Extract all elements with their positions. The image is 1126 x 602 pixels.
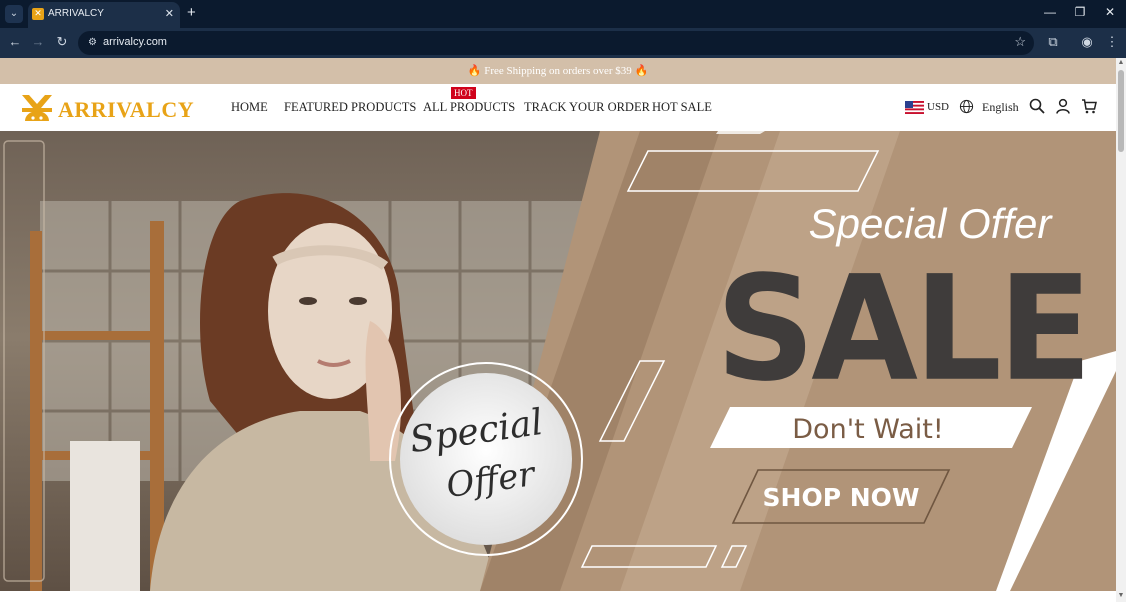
site-header: ARRIVALCY HOME FEATURED PRODUCTS ALL PRO… (0, 84, 1116, 131)
new-tab-plus-icon[interactable]: + (187, 4, 196, 21)
forward-arrow-icon[interactable]: → (30, 34, 46, 49)
browser-toolbar: ← → ↻ ⚙ arrivalcy.com ☆ ⧉ ◉ ⋮ (0, 28, 1126, 58)
nav-featured-products[interactable]: FEATURED PRODUCTS (284, 100, 416, 115)
reload-icon[interactable]: ↻ (54, 34, 70, 50)
browser-tab-active[interactable]: ✕ ARRIVALCY ✕ (28, 2, 180, 28)
hero-graphic: Special Offer SALE Don't Wait! SHOP NOW … (0, 131, 1116, 591)
logo-wordmark: ARRIVALCY (58, 97, 195, 122)
scroll-down-arrow-icon[interactable]: ▼ (1116, 592, 1126, 599)
hero-banner[interactable]: Special Offer SALE Don't Wait! SHOP NOW … (0, 131, 1116, 591)
tab-search-button[interactable]: ⌄ (5, 5, 23, 23)
profile-avatar-icon[interactable]: ◉ (1078, 34, 1096, 50)
cart-icon[interactable] (1081, 98, 1097, 114)
close-window-icon[interactable]: ✕ (1100, 5, 1120, 19)
minimize-window-icon[interactable]: — (1040, 5, 1060, 19)
currency-selector[interactable]: USD (927, 101, 949, 113)
us-flag-icon[interactable] (905, 101, 924, 114)
announcement-bar: 🔥 Free Shipping on orders over $39 🔥 (0, 58, 1116, 84)
shop-now-button[interactable]: SHOP NOW (763, 483, 920, 512)
site-info-icon[interactable]: ⚙ (86, 36, 99, 49)
scroll-up-arrow-icon[interactable]: ▲ (1116, 59, 1126, 66)
bookmark-star-icon[interactable]: ☆ (1014, 34, 1026, 50)
url-text[interactable]: arrivalcy.com (103, 36, 167, 48)
account-user-icon[interactable] (1055, 98, 1071, 114)
scrollbar-thumb[interactable] (1118, 70, 1124, 152)
sale-text: SALE (716, 246, 1088, 414)
nav-hot-sale[interactable]: HOT SALE (652, 100, 712, 115)
special-offer-headline: Special Offer (809, 200, 1054, 247)
globe-icon[interactable] (959, 99, 974, 114)
restore-window-icon[interactable]: ❐ (1070, 5, 1090, 19)
back-arrow-icon[interactable]: ← (7, 34, 23, 49)
site-favicon-icon: ✕ (32, 8, 44, 20)
nav-track-your-order[interactable]: TRACK YOUR ORDER (524, 100, 650, 115)
hot-badge: HOT (451, 87, 476, 99)
nav-all-products[interactable]: ALL PRODUCTS (423, 100, 515, 115)
browser-tab-strip: ⌄ ✕ ARRIVALCY ✕ + — ❐ ✕ (0, 0, 1126, 28)
tab-title: ARRIVALCY (48, 8, 104, 19)
logo-mark-icon (22, 95, 52, 121)
dont-wait-text: Don't Wait! (792, 414, 943, 445)
browser-menu-kebab-icon[interactable]: ⋮ (1103, 34, 1121, 50)
top-accent-line (716, 131, 765, 134)
search-icon[interactable] (1029, 98, 1045, 114)
towel (70, 441, 140, 591)
announcement-text: 🔥 Free Shipping on orders over $39 🔥 (467, 65, 649, 77)
address-bar[interactable]: ⚙ arrivalcy.com ☆ (78, 31, 1034, 55)
language-selector[interactable]: English (982, 100, 1019, 115)
extensions-puzzle-icon[interactable]: ⧉ (1044, 34, 1062, 50)
nav-home[interactable]: HOME (231, 100, 268, 115)
tab-close-icon[interactable]: ✕ (165, 7, 174, 20)
